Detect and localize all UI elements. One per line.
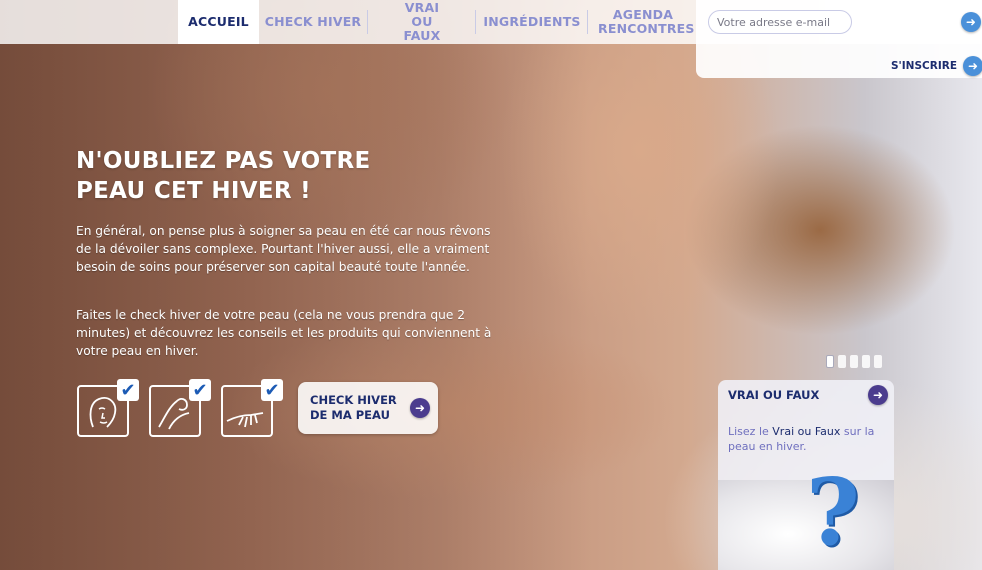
checkmark-icon: ✔ [261,379,283,401]
card-desc-prefix: Lisez le [728,425,773,438]
carousel-dot[interactable] [850,355,858,368]
vrai-ou-faux-card[interactable]: VRAI OU FAUX ➜ Lisez le Vrai ou Faux sur… [718,380,894,570]
nav-item-ingredients[interactable]: INGRÉDIENTS [480,0,584,44]
register-button[interactable]: S'INSCRIRE ➜ [891,56,982,76]
nav-divider [475,10,476,34]
arrow-right-icon: ➜ [960,12,981,32]
nav-divider [587,10,588,34]
nav-item-agenda-rencontres[interactable]: AGENDA RENCONTRES [592,0,694,44]
carousel-dot[interactable] [862,355,870,368]
carousel-dot[interactable] [874,355,882,368]
checkmark-icon: ✔ [117,379,139,401]
checkmark-icon: ✔ [189,379,211,401]
hero-headline: N'OUBLIEZ PAS VOTRE PEAU CET HIVER ! [76,146,456,206]
headline-line-1: N'OUBLIEZ PAS VOTRE [76,148,371,174]
connect-label: SE CONNECTER [865,16,955,28]
register-label: S'INSCRIRE [891,60,957,72]
nav-item-vrai-ou-faux-label: VRAI OU FAUX [403,0,441,43]
carousel-pagination [826,355,882,368]
check-hiver-cta-button[interactable]: CHECK HIVER DE MA PEAU ➜ [298,382,438,434]
nav-item-agenda-rencontres-label: AGENDA RENCONTRES [598,7,695,36]
email-input[interactable] [708,10,852,34]
arrow-right-icon[interactable]: ➜ [868,385,888,405]
cta-label: CHECK HIVER DE MA PEAU [310,393,397,422]
question-mark-icon: ? [806,458,860,566]
card-title: VRAI OU FAUX [728,388,820,402]
hero-paragraph-2: Faites le check hiver de votre peau (cel… [76,308,492,358]
carousel-dot[interactable] [826,355,834,368]
arrow-right-icon: ➜ [963,56,982,76]
hand-check-icon[interactable]: ✔ [221,379,283,437]
card-description: Lisez le Vrai ou Faux sur la peau en hiv… [728,424,888,454]
card-desc-link[interactable]: Vrai ou Faux [772,425,840,438]
face-check-icon[interactable]: ✔ [77,379,139,437]
nav-item-check-hiver[interactable]: CHECK HIVER [262,0,364,44]
carousel-dot[interactable] [838,355,846,368]
connect-button[interactable]: SE CONNECTER ➜ [865,12,981,32]
hero-paragraph-1: En général, on pense plus à soigner sa p… [76,224,491,274]
nav-item-vrai-ou-faux[interactable]: VRAI OU FAUX [372,0,472,44]
headline-line-2: PEAU CET HIVER ! [76,178,311,204]
arrow-right-icon: ➜ [410,398,430,418]
body-check-icon[interactable]: ✔ [149,379,211,437]
nav-item-accueil[interactable]: ACCUEIL [178,0,259,44]
nav-divider [367,10,368,34]
